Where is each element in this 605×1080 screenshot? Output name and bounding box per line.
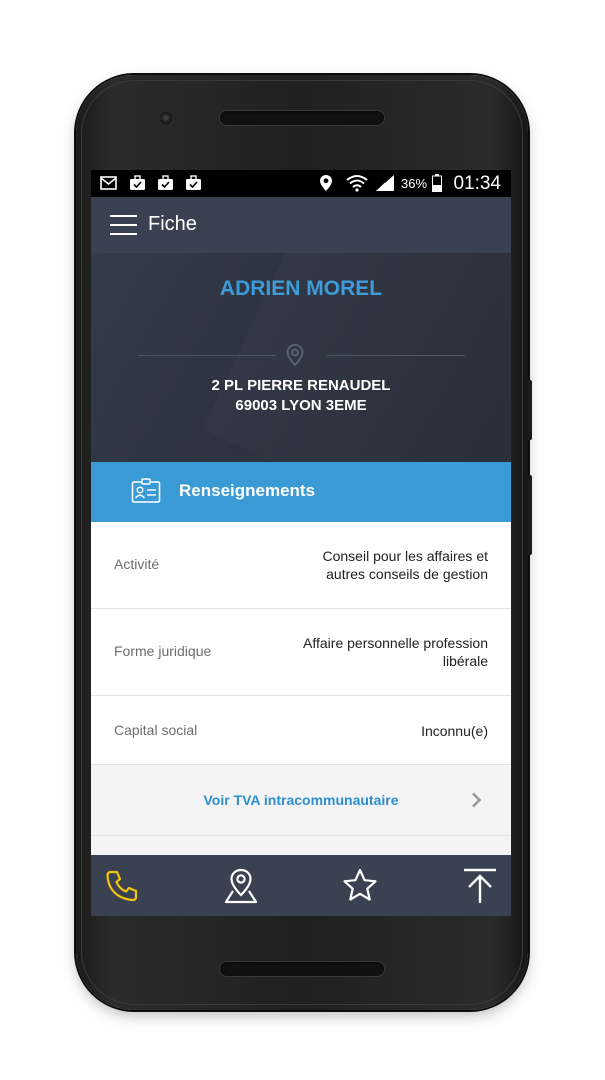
location-pin-icon	[286, 344, 304, 367]
bottom-nav	[91, 855, 511, 916]
location-status-icon	[320, 175, 332, 191]
page-title: Fiche	[148, 213, 197, 235]
battery-icon	[432, 174, 442, 192]
address-line-1: 2 PL PIERRE RENAUDEL	[211, 377, 391, 394]
star-icon[interactable]	[341, 867, 379, 905]
row-value-line-2: libérale	[442, 653, 488, 669]
divider-right	[327, 355, 465, 356]
briefcase-check-icon	[130, 175, 145, 190]
battery-percentage: 36%	[401, 176, 428, 191]
id-card-icon	[131, 478, 161, 503]
row-value-line-1: Conseil pour les affaires et	[322, 548, 489, 564]
volume-button	[527, 380, 532, 440]
chevron-right-icon	[472, 792, 481, 808]
tva-link-label: Voir TVA intracommunautaire	[203, 792, 399, 808]
row-label: Forme juridique	[114, 643, 212, 659]
tva-link-button[interactable]: Voir TVA intracommunautaire	[91, 765, 511, 836]
info-list: Activité Conseil pour les affaires et au…	[91, 522, 511, 836]
phone-icon[interactable]	[103, 867, 141, 905]
gmail-icon	[100, 176, 117, 190]
contact-header: ADRIEN MOREL 2 PL PIERRE RENAUDEL 69003 …	[91, 253, 511, 462]
info-row-activite: Activité Conseil pour les affaires et au…	[91, 522, 511, 609]
row-value: Affaire personnelle profession libérale	[258, 634, 488, 670]
row-label: Capital social	[114, 722, 198, 738]
top-speaker	[220, 111, 384, 125]
share-icon[interactable]	[461, 867, 499, 905]
hamburger-menu-icon[interactable]	[110, 215, 137, 235]
signal-icon	[376, 175, 394, 191]
row-value-line-2: autres conseils de gestion	[326, 566, 488, 582]
info-row-capital-social: Capital social Inconnu(e)	[91, 696, 511, 765]
info-row-forme-juridique: Forme juridique Affaire personnelle prof…	[91, 609, 511, 696]
wifi-icon	[346, 175, 368, 192]
row-value-line-1: Affaire personnelle profession	[303, 635, 488, 651]
section-title: Renseignements	[179, 481, 316, 500]
briefcase-check-icon	[186, 175, 201, 190]
front-camera	[160, 112, 172, 124]
row-value: Inconnu(e)	[421, 723, 488, 739]
row-label: Activité	[114, 556, 160, 572]
app-bar: Fiche	[91, 197, 511, 253]
divider-left	[138, 355, 276, 356]
section-header: Renseignements	[91, 462, 511, 522]
status-time: 01:34	[453, 173, 501, 194]
row-value: Conseil pour les affaires et autres cons…	[268, 547, 489, 583]
status-bar: 36% 01:34	[91, 170, 511, 197]
phone-screen: 36% 01:34 Fiche ADRIEN MOREL 2 PL PIERRE…	[91, 170, 511, 916]
address-line-2: 69003 LYON 3EME	[235, 397, 367, 414]
briefcase-check-icon	[158, 175, 173, 190]
bottom-speaker	[220, 962, 384, 976]
contact-name: ADRIEN MOREL	[219, 277, 383, 300]
power-button	[527, 475, 532, 555]
contact-address: 2 PL PIERRE RENAUDEL 69003 LYON 3EME	[91, 376, 511, 416]
location-icon[interactable]	[222, 867, 260, 905]
